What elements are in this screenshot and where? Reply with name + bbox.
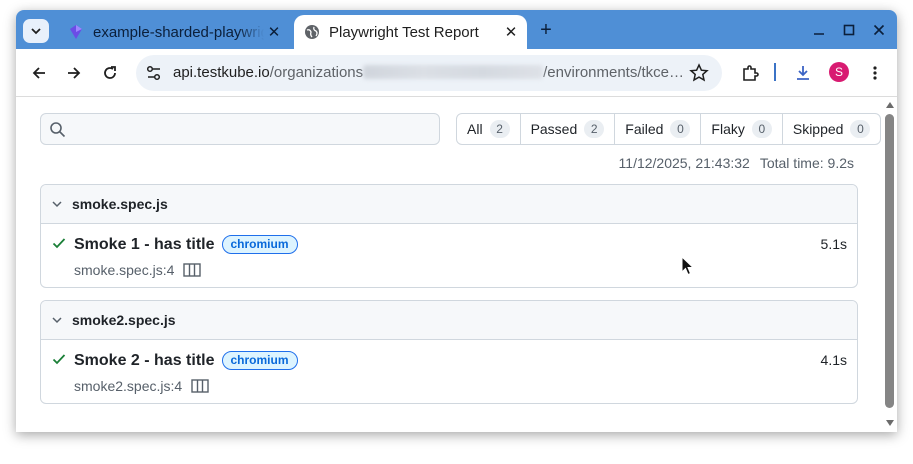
search-icon xyxy=(50,122,66,138)
url-path: /environments/tkce… xyxy=(543,64,685,81)
report-timestamp: 11/12/2025, 21:43:32 xyxy=(618,155,750,171)
trace-icon[interactable] xyxy=(191,379,209,393)
close-window-button[interactable] xyxy=(870,21,888,39)
scrollbar-thumb[interactable] xyxy=(885,114,894,408)
status-filter-bar: All 2 Passed 2 Failed 0 Flaky 0 Skipped 0 xyxy=(456,113,882,145)
url-text: api.testkube.io/organizations/environmen… xyxy=(173,64,684,81)
toolbar-divider xyxy=(774,63,776,81)
site-settings-icon[interactable] xyxy=(145,64,163,82)
test-title-text: Smoke 1 - has title xyxy=(74,236,215,253)
tab-strip: example-sharded-playwright ✕ Playwright … xyxy=(16,10,897,49)
filter-label: Flaky xyxy=(711,121,745,137)
arrow-left-icon xyxy=(32,67,45,79)
profile-avatar[interactable]: S xyxy=(829,62,849,82)
address-bar[interactable]: api.testkube.io/organizations/environmen… xyxy=(136,55,722,91)
tab-example-sharded[interactable]: example-sharded-playwright ✕ xyxy=(58,15,290,49)
tab-title: example-sharded-playwright xyxy=(93,23,264,41)
tab-close-icon[interactable]: ✕ xyxy=(501,23,521,41)
chevron-down-icon xyxy=(52,201,62,208)
maximize-icon xyxy=(843,24,855,36)
test-location: smoke.spec.js:4 xyxy=(74,262,202,278)
test-location-text: smoke2.spec.js:4 xyxy=(74,378,183,394)
trace-icon[interactable] xyxy=(183,263,202,277)
tab-playwright-report[interactable]: Playwright Test Report ✕ xyxy=(294,15,527,49)
search-input[interactable] xyxy=(40,113,440,145)
report-meta: 11/12/2025, 21:43:32 Total time: 9.2s xyxy=(619,155,854,171)
check-icon xyxy=(52,354,66,365)
project-badge[interactable]: chromium xyxy=(221,351,298,370)
tab-close-icon[interactable]: ✕ xyxy=(264,23,284,41)
filter-failed[interactable]: Failed 0 xyxy=(614,114,700,144)
filter-all[interactable]: All 2 xyxy=(457,114,520,144)
tab-title: Playwright Test Report xyxy=(329,23,479,41)
filter-passed[interactable]: Passed 2 xyxy=(519,114,615,144)
minimize-icon xyxy=(814,33,824,35)
test-location: smoke2.spec.js:4 xyxy=(74,378,209,394)
filter-label: Failed xyxy=(625,121,664,137)
maximize-button[interactable] xyxy=(840,21,858,39)
puzzle-piece-icon xyxy=(743,65,759,81)
test-duration: 4.1s xyxy=(820,352,847,368)
filter-count: 0 xyxy=(670,120,691,138)
test-duration: 5.1s xyxy=(820,236,847,252)
tab-search-button[interactable] xyxy=(23,19,49,43)
check-icon xyxy=(52,238,66,249)
chevron-down-icon xyxy=(52,317,62,324)
redacted-url-segment xyxy=(363,65,544,79)
url-host: api.testkube.io xyxy=(173,64,270,81)
report-page: All 2 Passed 2 Failed 0 Flaky 0 Skipped 0 11/… xyxy=(16,98,897,432)
test-title[interactable]: Smoke 2 - has title chromium xyxy=(74,351,298,370)
total-time: Total time: 9.2s xyxy=(759,155,854,171)
scroll-down-arrow-icon[interactable] xyxy=(886,420,894,426)
filter-label: Passed xyxy=(530,121,578,137)
downloads-button[interactable] xyxy=(793,63,813,83)
test-file-name: smoke2.spec.js xyxy=(72,312,176,328)
reload-button[interactable] xyxy=(100,63,120,83)
test-row[interactable]: Smoke 2 - has title chromium smoke2.spec.… xyxy=(41,340,857,403)
test-file-section: smoke2.spec.js Smoke 2 - has title chromi… xyxy=(40,300,858,404)
test-title[interactable]: Smoke 1 - has title chromium xyxy=(74,235,298,254)
browser-menu-button[interactable] xyxy=(865,63,885,83)
bookmark-star-icon[interactable] xyxy=(689,63,709,83)
browser-window: example-sharded-playwright ✕ Playwright … xyxy=(16,10,897,432)
download-icon xyxy=(797,66,809,80)
minimize-button[interactable] xyxy=(810,21,828,39)
more-vertical-icon xyxy=(873,66,877,80)
scroll-up-arrow-icon[interactable] xyxy=(886,102,894,108)
forward-button[interactable] xyxy=(64,63,84,83)
browser-toolbar: api.testkube.io/organizations/environmen… xyxy=(16,49,897,97)
close-icon xyxy=(873,24,885,36)
globe-icon xyxy=(305,25,319,39)
extensions-button[interactable] xyxy=(740,63,760,83)
filter-flaky[interactable]: Flaky 0 xyxy=(700,114,781,144)
filter-label: All xyxy=(467,121,483,137)
testkube-logo-icon xyxy=(70,25,82,39)
reload-icon xyxy=(104,66,116,79)
mouse-cursor-icon xyxy=(681,256,695,276)
test-file-section: smoke.spec.js Smoke 1 - has title chromiu… xyxy=(40,184,858,288)
chevron-down-icon xyxy=(31,28,41,35)
filter-skipped[interactable]: Skipped 0 xyxy=(781,114,881,144)
test-file-header[interactable]: smoke.spec.js xyxy=(41,185,857,224)
arrow-right-icon xyxy=(68,67,81,79)
test-row[interactable]: Smoke 1 - has title chromium smoke.spec.j… xyxy=(41,224,857,287)
test-file-name: smoke.spec.js xyxy=(72,196,168,212)
test-title-text: Smoke 2 - has title xyxy=(74,352,215,369)
back-button[interactable] xyxy=(29,63,49,83)
new-tab-button[interactable]: + xyxy=(536,20,556,40)
project-badge[interactable]: chromium xyxy=(221,235,298,254)
test-file-header[interactable]: smoke2.spec.js xyxy=(41,301,857,340)
filter-count: 0 xyxy=(751,120,772,138)
filter-label: Skipped xyxy=(792,121,844,137)
url-path: /organizations xyxy=(269,64,364,81)
filter-count: 2 xyxy=(489,120,510,138)
filter-count: 0 xyxy=(850,120,871,138)
test-location-text: smoke.spec.js:4 xyxy=(74,262,175,278)
filter-count: 2 xyxy=(584,120,605,138)
